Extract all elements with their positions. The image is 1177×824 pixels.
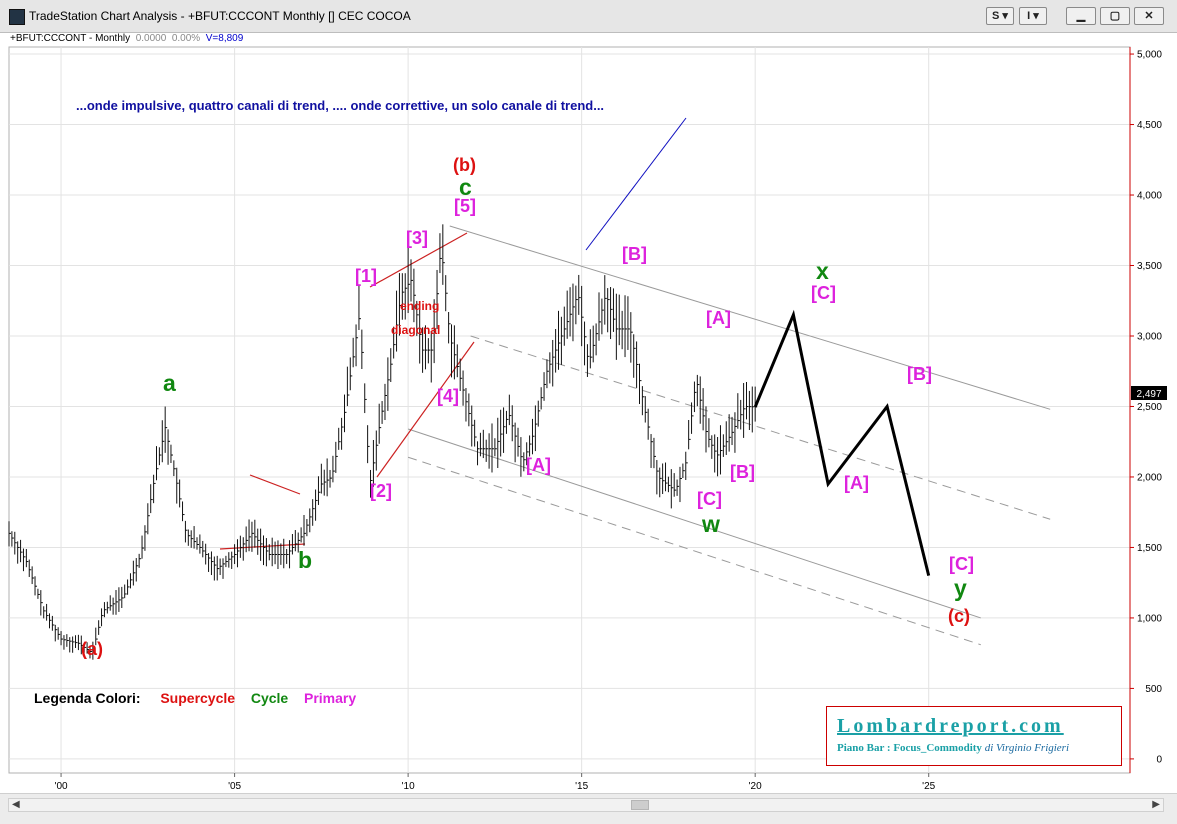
- label-primary-B2: [B]: [730, 462, 755, 482]
- y-tick-label: 2,500: [1137, 402, 1162, 413]
- color-legend: Legenda Colori: Supercycle Cycle Primary: [34, 690, 356, 706]
- y-tick-label: 1,000: [1137, 613, 1162, 624]
- label-supercycle-b: (b): [453, 155, 476, 175]
- y-tick-label: 3,500: [1137, 261, 1162, 272]
- y-tick-label: 2,000: [1137, 472, 1162, 483]
- horizontal-scrollbar[interactable]: ◀ ▶: [8, 798, 1164, 812]
- y-tick-label: 0: [1156, 754, 1162, 765]
- label-primary-C1: [C]: [697, 489, 722, 509]
- legend-cycle: Cycle: [250, 690, 289, 706]
- x-tick-label: '10: [402, 781, 415, 792]
- x-tick-label: '20: [749, 781, 762, 792]
- label-ending: ending: [400, 299, 440, 313]
- y-tick-label: 1,500: [1137, 543, 1162, 554]
- label-primary-A3: [A]: [844, 473, 869, 493]
- label-primary-A2: [A]: [706, 308, 731, 328]
- label-cycle-a: a: [163, 370, 176, 396]
- legend-primary: Primary: [303, 690, 357, 706]
- label-primary-1: [1]: [355, 266, 377, 286]
- label-primary-B3: [B]: [907, 364, 932, 384]
- last-price-marker: 2,497: [1131, 386, 1167, 400]
- y-tick-label: 5,000: [1137, 50, 1162, 61]
- label-supercycle-a: (a): [81, 639, 103, 659]
- label-supercycle-c: (c): [948, 606, 970, 626]
- label-primary-2: [2]: [370, 481, 392, 501]
- label-cycle-x: x: [816, 258, 829, 284]
- label-cycle-y: y: [954, 575, 967, 601]
- legend-supercycle: Supercycle: [160, 690, 236, 706]
- label-primary-C2: [C]: [811, 283, 836, 303]
- x-tick-label: '25: [922, 781, 935, 792]
- label-primary-B1: [B]: [622, 244, 647, 264]
- x-tick-label: '15: [575, 781, 588, 792]
- logo-author: di Virginio Frigieri: [984, 742, 1070, 754]
- label-primary-3: [3]: [406, 228, 428, 248]
- scroll-right-icon[interactable]: ▶: [1152, 799, 1160, 810]
- last-price-label: 2,497: [1136, 389, 1161, 400]
- label-primary-C3: [C]: [949, 554, 974, 574]
- x-tick-label: '00: [55, 781, 68, 792]
- logo-subtitle: Piano Bar : Focus_Commodity: [837, 742, 982, 754]
- logo-title: Lombardreport.com: [837, 715, 1064, 737]
- label-primary-A1: [A]: [526, 455, 551, 475]
- y-tick-label: 4,500: [1137, 120, 1162, 131]
- chart-window: TradeStation Chart Analysis - +BFUT:CCCO…: [0, 0, 1177, 824]
- x-tick-label: '05: [228, 781, 241, 792]
- y-tick-label: 4,000: [1137, 191, 1162, 202]
- scroll-left-icon[interactable]: ◀: [12, 799, 20, 810]
- label-cycle-b: b: [298, 547, 313, 573]
- label-diagonal: diagonal: [391, 323, 441, 337]
- scrollbar-thumb[interactable]: [631, 800, 649, 810]
- label-cycle-w: w: [702, 511, 720, 537]
- plot-area: [8, 46, 1131, 774]
- bottom-bar: ◀ ▶: [0, 793, 1177, 824]
- y-tick-label: 500: [1145, 684, 1162, 695]
- legend-title: Legenda Colori:: [34, 690, 141, 706]
- label-primary-4: [4]: [437, 386, 459, 406]
- lombardreport-logo: Lombardreport.com Piano Bar : Focus_Comm…: [826, 706, 1122, 766]
- y-tick-label: 3,000: [1137, 331, 1162, 342]
- label-primary-5: [5]: [454, 196, 476, 216]
- time-axis: '00 '05 '10 '15 '20 '25: [55, 773, 936, 792]
- note-text: ...onde impulsive, quattro canali di tre…: [76, 98, 605, 113]
- price-axis: 0 500 1,000 1,500 2,000 2,500 3,000 3,500 4,000 4…: [1130, 50, 1162, 765]
